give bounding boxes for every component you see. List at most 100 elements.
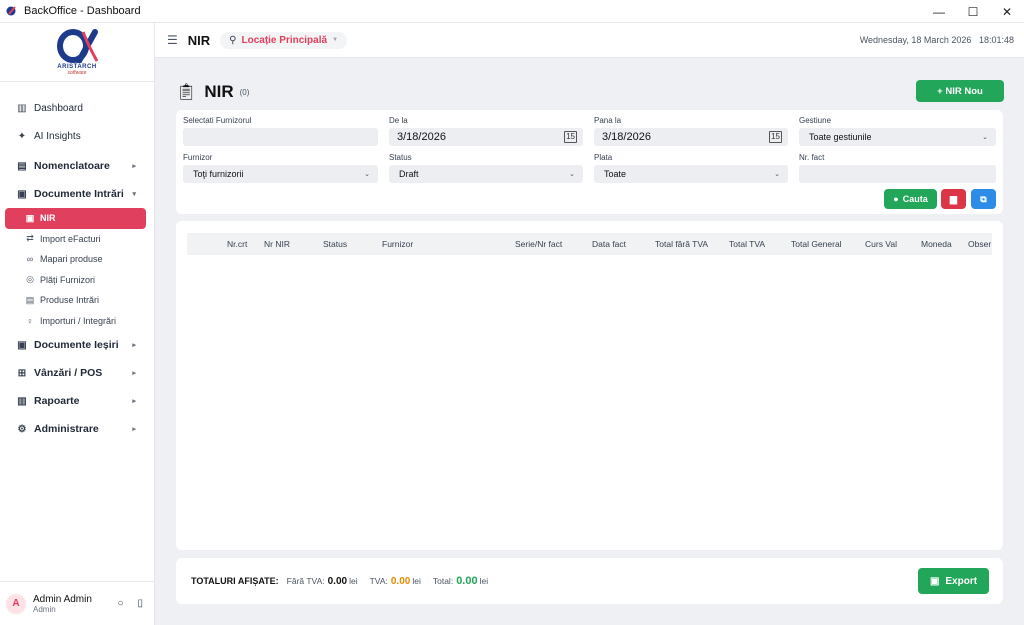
sparkle-icon: ✦ [17,130,27,142]
gestiune-value: Toate gestiunile [809,132,872,142]
date-from-label: De la [389,116,408,125]
reset-view-button[interactable]: ⧉ [971,189,996,209]
sidebar-item-rapoarte[interactable]: ▥ Rapoarte ▸ [0,387,154,415]
column-header[interactable]: Obser [968,239,991,249]
clipboard-icon: 📋︎ [176,84,197,101]
topbar: ☰ NIR ⚲ Locație Principală ▼ Wednesday, … [155,23,1024,58]
chevron-right-icon: ▸ [132,398,136,405]
column-header[interactable]: Total fără TVA [655,239,708,249]
close-button[interactable]: ✕ [990,0,1024,23]
topbar-page-name: NIR [187,32,211,48]
calendar-icon[interactable]: 15 [769,131,782,143]
sidebar-subitem-import-efacturi[interactable]: ⇄ Import eFacturi [0,229,154,250]
sidebar-item-documente-intrari[interactable]: ▣ Documente Intrări ▾ [0,180,154,208]
sidebar-item-administrare[interactable]: ⚙ Administrare ▸ [0,415,154,443]
chevron-down-icon: ⌄ [982,134,988,141]
trash-icon: ▆ [950,193,957,204]
sidebar-subitem-importuri-integrari[interactable]: ♀ Importuri / Integrări [0,311,154,332]
column-header[interactable]: Furnizor [382,239,413,249]
sidebar-item-label: Rapoarte [34,395,80,407]
sidebar-subitem-nir[interactable]: ▣ NIR [5,208,146,229]
import-icon: ⇄ [26,233,34,244]
column-header[interactable]: Curs Val [865,239,897,249]
sidebar-item-label: Administrare [34,423,99,435]
currency-unit: lei [479,576,489,586]
sidebar-subitem-label: Importuri / Integrări [40,315,117,326]
logout-icon[interactable]: ▯ [137,598,143,609]
current-time: 18:01:48 [978,35,1014,45]
total-no-vat-value: 0.00 [327,575,348,587]
new-nir-button[interactable]: + NIR Nou [916,80,1004,102]
column-header[interactable]: Status [323,239,347,249]
sidebar-item-label: AI Insights [34,130,81,142]
sidebar-subitem-label: NIR [40,213,56,224]
export-button[interactable]: ▣ Export [918,568,989,594]
clear-filters-button[interactable]: ▆ [941,189,966,209]
sidebar-subitem-produse-intrari[interactable]: ▤ Produse Intrări [0,290,154,311]
aristarch-logo-icon [57,28,99,63]
plata-select[interactable]: Toate ⌄ [594,165,788,183]
hamburger-menu-icon[interactable]: ☰ [167,33,178,47]
column-header[interactable]: Nr.crt [227,239,247,249]
total-general-value: 0.00 [456,575,478,587]
sidebar-subitem-label: Mapari produse [40,254,103,265]
sidebar-item-documente-iesiri[interactable]: ▣ Documente Ieșiri ▸ [0,331,154,359]
sidebar-item-label: Dashboard [34,102,83,114]
chevron-right-icon: ▸ [132,370,136,377]
date-to-input[interactable]: 3/18/2026 15 [594,128,788,146]
furnizor-value: Toţi furnizorii [193,169,244,179]
refresh-icon: ⧉ [980,193,987,204]
column-header[interactable]: Total TVA [729,239,765,249]
sidebar-item-ai-insights[interactable]: ✦ AI Insights [0,122,154,150]
sidebar-item-label: Vânzări / POS [34,367,103,379]
sidebar-item-vanzari-pos[interactable]: ⊞ Vânzări / POS ▸ [0,359,154,387]
chevron-down-icon: ▼ [332,37,339,43]
gear-icon: ⚙ [17,423,27,435]
search-button[interactable]: ● Cauta [884,189,937,209]
sidebar-subitem-plati-furnizori[interactable]: ◎ Plăți Furnizori [0,270,154,291]
date-from-input[interactable]: 3/18/2026 15 [389,128,583,146]
supplier-search-input[interactable] [183,128,378,146]
window-title: BackOffice - Dashboard [24,5,141,17]
export-button-label: Export [945,575,978,587]
gestiune-select[interactable]: Toate gestiunile ⌄ [799,128,996,146]
avatar[interactable]: A [6,593,26,614]
status-select[interactable]: Draft ⌄ [389,165,583,183]
report-icon: ▥ [17,395,27,407]
nr-fact-input[interactable] [799,165,996,183]
column-header[interactable]: Data fact [592,239,626,249]
column-header[interactable]: Serie/Nr fact [515,239,562,249]
page-title: NIR [204,82,234,101]
location-selector[interactable]: ⚲ Locație Principală ▼ [220,31,348,49]
sidebar-item-dashboard[interactable]: ▥ Dashboard [0,94,154,122]
date-from-value: 3/18/2026 [397,131,446,143]
sidebar-subitem-mapari-produse[interactable]: ∞ Mapari produse [0,249,154,270]
minimize-button[interactable]: — [922,0,956,23]
status-label: Status [389,153,412,162]
currency-unit: lei [412,576,421,586]
search-icon: ● [893,194,899,204]
theme-toggle-icon[interactable]: ○ [117,598,123,609]
page-header: 📋︎ NIR (0) + NIR Nou [176,80,1004,104]
maximize-button[interactable]: ☐ [956,0,990,23]
location-pin-icon: ⚲ [229,34,237,46]
furnizor-select[interactable]: Toţi furnizorii ⌄ [183,165,378,183]
column-header[interactable]: Total General [791,239,842,249]
column-header[interactable]: Moneda [921,239,952,249]
plata-label: Plata [594,153,613,162]
brand-logo: ARISTARCH software [0,23,154,82]
sidebar-item-label: Nomenclatoare [34,160,110,172]
sidebar-item-nomenclatoare[interactable]: ▤ Nomenclatoare ▸ [0,152,154,180]
column-header[interactable]: Nr NIR [264,239,290,249]
totals-title: TOTALURI AFIȘATE: [191,576,279,586]
gestiune-label: Gestiune [799,116,832,125]
cart-icon: ⊞ [17,367,27,379]
date-to-value: 3/18/2026 [602,131,651,143]
sidebar-subitem-label: Plăți Furnizori [40,274,96,285]
total-no-vat-label: Fără TVA: [286,576,325,586]
total-vat-label: TVA: [369,576,388,586]
brand-sub: software [67,69,87,76]
export-icon: ▣ [929,575,940,587]
calendar-icon[interactable]: 15 [564,131,577,143]
link-icon: ∞ [26,254,34,265]
